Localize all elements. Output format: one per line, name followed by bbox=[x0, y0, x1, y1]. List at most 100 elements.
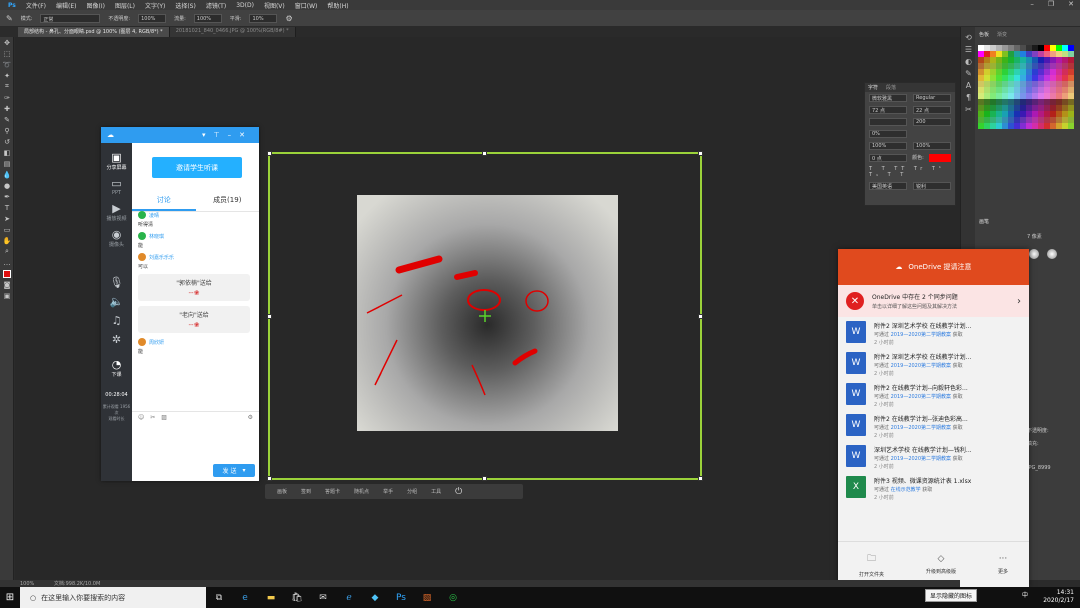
sidebar-item-share-screen[interactable]: ▣ 分享屏幕 bbox=[101, 151, 132, 171]
menu-item-3d[interactable]: 3D(D) bbox=[232, 2, 258, 9]
app-icon[interactable]: ◆ bbox=[362, 593, 388, 603]
hand-tool-icon[interactable]: ✋ bbox=[0, 235, 14, 246]
resize-handle[interactable] bbox=[698, 151, 703, 156]
pen-tool-icon[interactable]: ✒ bbox=[0, 191, 14, 202]
menu-item-select[interactable]: 选择(S) bbox=[171, 1, 200, 10]
resize-handle[interactable] bbox=[482, 476, 487, 481]
opacity-input[interactable]: 100% bbox=[138, 13, 167, 23]
quick-mask-icon[interactable]: ◙ bbox=[0, 279, 14, 290]
menu-item-help[interactable]: 帮助(H) bbox=[323, 1, 352, 10]
language-select[interactable]: 美国英语 bbox=[869, 182, 907, 190]
tab-members[interactable]: 成员(19) bbox=[196, 195, 260, 211]
brush-settings-icon[interactable]: ✎ bbox=[961, 69, 976, 81]
share-area-frame[interactable] bbox=[267, 151, 703, 481]
color-swatch-icon[interactable] bbox=[0, 268, 14, 279]
sidebar-item-ppt[interactable]: ▭ PPT bbox=[101, 177, 132, 196]
settings-icon[interactable]: ✲ bbox=[101, 333, 132, 346]
sender-name[interactable]: 林晓琪 bbox=[149, 233, 164, 240]
tab-character[interactable]: 字符 bbox=[868, 84, 878, 91]
menu-item-image[interactable]: 图像(I) bbox=[83, 1, 109, 10]
minimize-icon[interactable]: – bbox=[1030, 0, 1034, 8]
open-folder-button[interactable]: 🗀 打开文件夹 bbox=[859, 551, 884, 578]
layer-name[interactable]: JPG_8999 bbox=[1027, 465, 1080, 471]
kerning-input[interactable] bbox=[869, 118, 907, 126]
music-icon[interactable]: ♫ bbox=[101, 314, 132, 327]
sender-name[interactable]: 刘嘉乐乐乐 bbox=[149, 254, 174, 261]
tab-document-psd[interactable]: 局部结构 - 鼻孔、分面眼睛.psd @ 100% (图层 4, RGB/8*)… bbox=[18, 27, 170, 37]
file-item[interactable]: X 附件3 视频、微课资源统计表 1.xlsx 可通过 在线示范教学 获取 2 小时前 bbox=[838, 472, 1029, 503]
power-icon[interactable]: ⏻ bbox=[455, 487, 462, 497]
tool-tools[interactable]: 工具 bbox=[431, 488, 441, 495]
zoom-tool-icon[interactable]: ⌕ bbox=[0, 246, 14, 257]
file-item[interactable]: W 深圳艺术学校 在线教学计划—钱利... 可通过 2019—2020第二学期教案 … bbox=[838, 441, 1029, 472]
folder-link[interactable]: 2019—2020第二学期教案 bbox=[891, 456, 951, 462]
mail-icon[interactable]: ✉ bbox=[310, 593, 336, 603]
swatch-grid[interactable] bbox=[978, 45, 1076, 129]
invite-students-button[interactable]: 邀请学生听课 bbox=[152, 157, 242, 178]
folder-link[interactable]: 2019—2020第二学期教案 bbox=[891, 363, 951, 369]
dodge-tool-icon[interactable]: ● bbox=[0, 180, 14, 191]
tool-answer-card[interactable]: 答题卡 bbox=[325, 488, 340, 495]
taskbar-search[interactable]: ○ 在这里输入你要搜索的内容 bbox=[20, 587, 206, 608]
sidebar-item-end-class[interactable]: ◔ 下课 bbox=[101, 358, 132, 378]
tools-icon[interactable]: ✂ bbox=[961, 105, 976, 117]
leading-input[interactable]: 22 点 bbox=[913, 106, 951, 114]
gear-icon[interactable]: ⚙ bbox=[248, 414, 253, 421]
swatch[interactable] bbox=[1068, 123, 1074, 129]
scale-input[interactable]: 0% bbox=[869, 130, 907, 138]
baseline-input[interactable]: 0 点 bbox=[869, 154, 907, 162]
clock-time[interactable]: 14:31 bbox=[1043, 589, 1074, 597]
text-style-buttons[interactable]: T T TT Tr T¹ T₁ T T bbox=[869, 166, 951, 178]
character-icon[interactable]: A bbox=[961, 81, 976, 93]
eraser-icon[interactable]: ◧ bbox=[0, 147, 14, 158]
close-icon[interactable]: ✕ bbox=[1068, 0, 1074, 8]
tool-raise-hand[interactable]: 举手 bbox=[383, 488, 393, 495]
sync-issue-banner[interactable]: ✕ OneDrive 中存在 2 个同步问题 单击以详细了解这些问题及其解决方法 … bbox=[838, 285, 1029, 317]
shape-tool-icon[interactable]: ▭ bbox=[0, 224, 14, 235]
menu-item-window[interactable]: 窗口(W) bbox=[291, 1, 322, 10]
task-view-icon[interactable]: ⧉ bbox=[206, 593, 232, 603]
maximize-icon[interactable]: ❐ bbox=[1048, 0, 1054, 8]
sidebar-item-video[interactable]: ▶ 播放视频 bbox=[101, 202, 132, 222]
flow-input[interactable]: 100% bbox=[193, 13, 222, 23]
smooth-input[interactable]: 10% bbox=[249, 13, 278, 23]
ps-logo-icon[interactable]: Ps bbox=[4, 2, 20, 9]
path-select-icon[interactable]: ➤ bbox=[0, 213, 14, 224]
store-icon[interactable]: 🛍 bbox=[284, 593, 310, 603]
font-style-select[interactable]: Regular bbox=[913, 94, 951, 102]
mic-icon[interactable]: 🎙 bbox=[101, 276, 132, 289]
file-item[interactable]: W 附件2 深圳艺术学校 在线教学计划... 可通过 2019—2020第二学期教案… bbox=[838, 348, 1029, 379]
healing-brush-icon[interactable]: ✚ bbox=[0, 103, 14, 114]
brush-preview[interactable] bbox=[1029, 249, 1039, 259]
resize-handle[interactable] bbox=[267, 151, 272, 156]
tool-random-pick[interactable]: 随机点 bbox=[354, 488, 369, 495]
tool-signin[interactable]: 签到 bbox=[301, 488, 311, 495]
properties-icon[interactable]: ☰ bbox=[961, 45, 976, 57]
menu-item-view[interactable]: 视图(V) bbox=[260, 1, 289, 10]
ie-icon[interactable]: ℯ bbox=[336, 593, 362, 603]
folder-link[interactable]: 2019—2020第二学期教案 bbox=[891, 394, 951, 400]
folder-link[interactable]: 2019—2020第二学期教案 bbox=[891, 425, 951, 431]
crop-tool-icon[interactable]: ⌗ bbox=[0, 81, 14, 92]
font-size-input[interactable]: 72 点 bbox=[869, 106, 907, 114]
window-controls[interactable]: ▾⊤–✕ bbox=[202, 131, 253, 139]
emoji-icon[interactable]: ☺ bbox=[138, 414, 144, 421]
image-icon[interactable]: ▨ bbox=[161, 414, 167, 421]
tool-whiteboard[interactable]: 画板 bbox=[277, 488, 287, 495]
wechat-icon[interactable]: ◎ bbox=[440, 593, 466, 603]
antialias-select[interactable]: 锐利 bbox=[913, 182, 951, 190]
ime-indicator[interactable]: 中 bbox=[1022, 592, 1028, 600]
gradient-icon[interactable]: ▤ bbox=[0, 158, 14, 169]
text-color-swatch[interactable] bbox=[929, 154, 951, 162]
type-tool-icon[interactable]: T bbox=[0, 202, 14, 213]
gear-icon[interactable]: ⚙ bbox=[285, 14, 292, 23]
clock-date[interactable]: 2020/2/17 bbox=[1043, 597, 1074, 605]
brush-tool-icon[interactable]: ✎ bbox=[0, 114, 14, 125]
resize-handle[interactable] bbox=[267, 476, 272, 481]
tool-groups[interactable]: 分组 bbox=[407, 488, 417, 495]
sidebar-item-camera[interactable]: ◉ 摄像头 bbox=[101, 228, 132, 248]
magic-wand-icon[interactable]: ✦ bbox=[0, 70, 14, 81]
font-family-select[interactable]: 微软雅黑 bbox=[869, 94, 907, 102]
history-brush-icon[interactable]: ↺ bbox=[0, 136, 14, 147]
menu-item-file[interactable]: 文件(F) bbox=[22, 1, 50, 10]
